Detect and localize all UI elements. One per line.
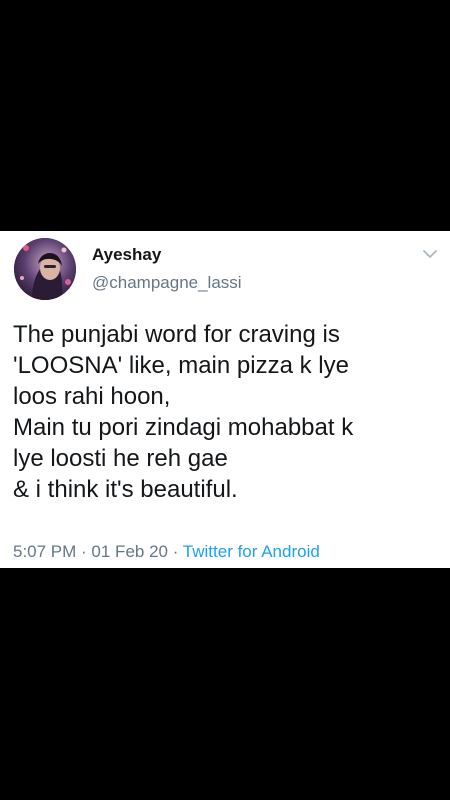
- author-handle[interactable]: @champagne_lassi: [92, 273, 242, 293]
- tweet-metadata: 5:07 PM · 01 Feb 20 · Twitter for Androi…: [13, 542, 320, 562]
- tweet-text: The punjabi word for craving is 'LOOSNA'…: [13, 319, 443, 505]
- avatar-image: [14, 238, 76, 300]
- tweet-text-line: Main tu pori zindagi mohabbat k: [13, 414, 354, 441]
- tweet-text-line: loos rahi hoon,: [13, 383, 171, 410]
- tweet-date[interactable]: 01 Feb 20: [91, 542, 168, 561]
- tweet-text-line: The punjabi word for craving is: [13, 321, 340, 348]
- tweet-source-link[interactable]: Twitter for Android: [183, 542, 320, 561]
- tweet-text-line: lye loosti he reh gae: [13, 445, 228, 472]
- screenshot-screen: Ayeshay @champagne_lassi The punjabi wor…: [0, 0, 450, 800]
- tweet-card: Ayeshay @champagne_lassi The punjabi wor…: [0, 231, 450, 568]
- tweet-time[interactable]: 5:07 PM: [13, 542, 76, 561]
- avatar[interactable]: [14, 238, 76, 300]
- meta-separator: ·: [76, 542, 92, 561]
- tweet-text-line: & i think it's beautiful.: [13, 476, 238, 503]
- meta-separator: ·: [167, 542, 183, 561]
- chevron-down-icon[interactable]: [420, 247, 440, 261]
- author-display-name[interactable]: Ayeshay: [92, 245, 161, 265]
- tweet-text-line: 'LOOSNA' like, main pizza k lye: [13, 352, 349, 379]
